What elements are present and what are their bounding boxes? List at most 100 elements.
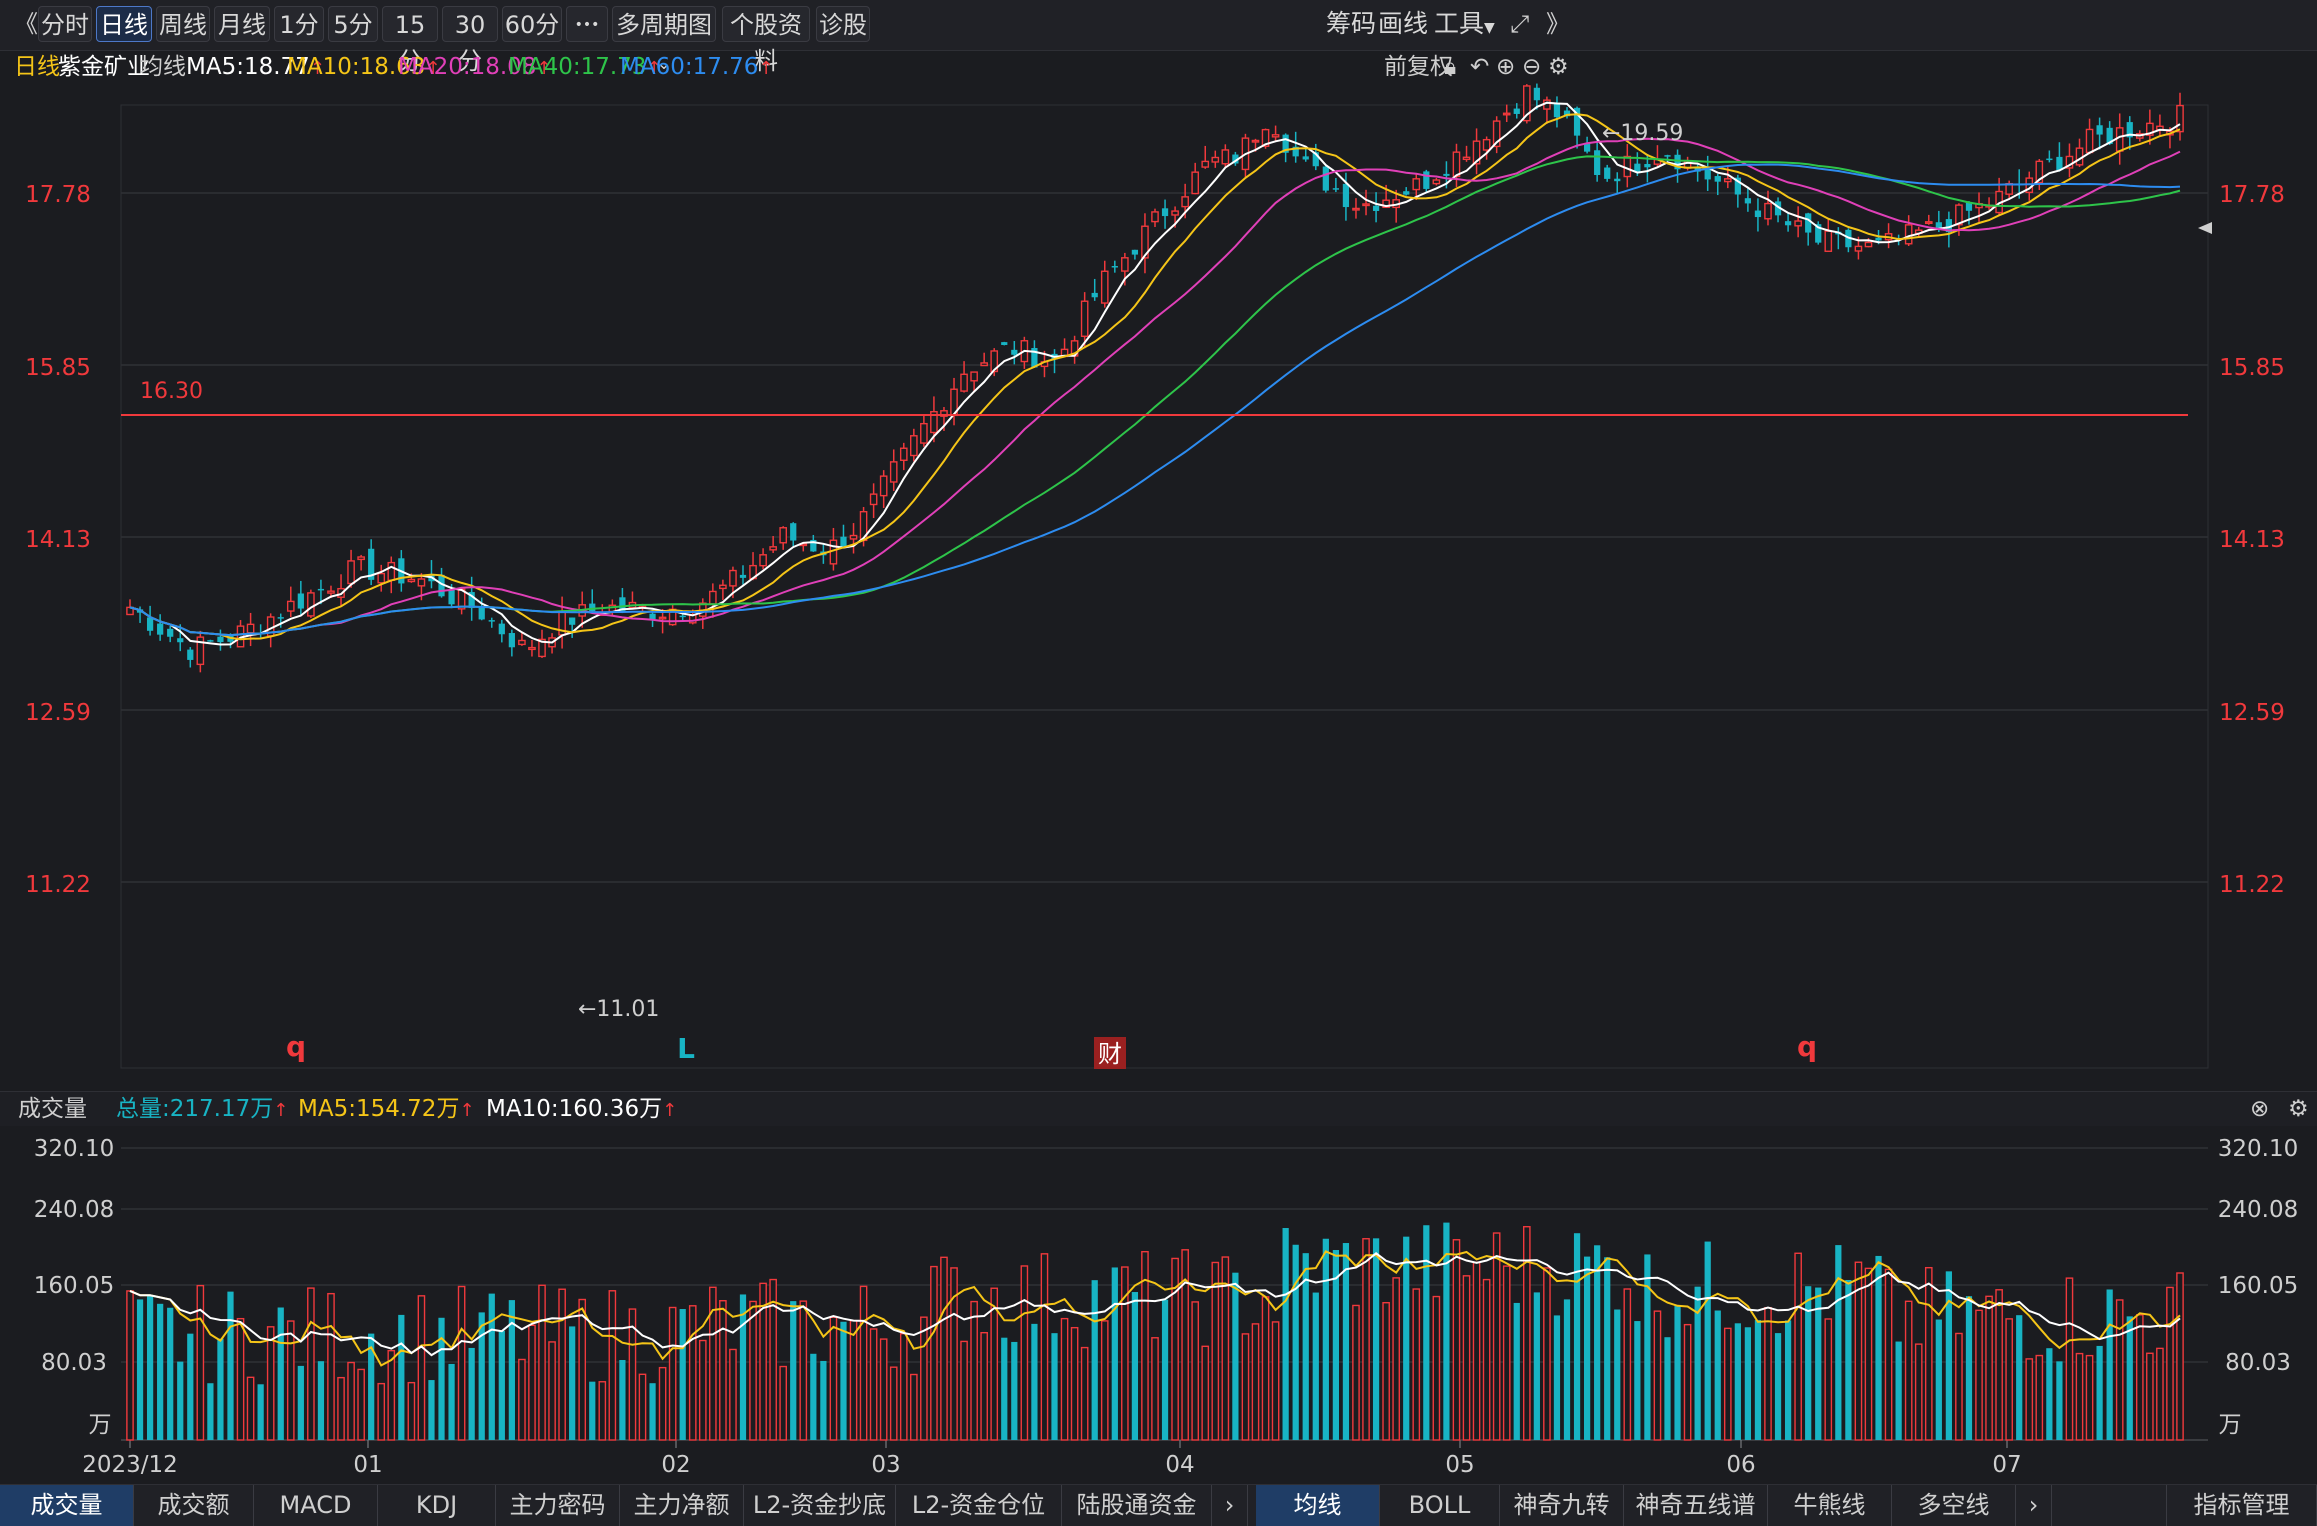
candle <box>649 613 656 620</box>
marker-q[interactable]: q <box>286 1030 306 1063</box>
tab-ma[interactable]: 均线 <box>1256 1485 1380 1526</box>
candle <box>1513 108 1520 114</box>
volume-bar <box>1292 1244 1299 1440</box>
candle <box>1001 342 1008 345</box>
tab-magic-nine[interactable]: 神奇九转 <box>1500 1485 1624 1526</box>
x-tick: 04 <box>1165 1452 1194 1478</box>
volume-bar <box>2176 1272 2184 1441</box>
candle <box>1342 183 1350 208</box>
volume-bar <box>879 1338 888 1441</box>
volume-bar <box>157 1303 164 1440</box>
tab-l2-position[interactable]: L2-资金仓位 <box>896 1485 1062 1526</box>
volume-bar <box>1815 1287 1822 1440</box>
vol-unit-left: 万 <box>89 1412 112 1438</box>
volume-bar <box>688 1305 697 1441</box>
volume-bar <box>1312 1292 1319 1440</box>
candle <box>217 636 224 643</box>
candle <box>899 447 908 461</box>
tab-turnover[interactable]: 成交额 <box>134 1485 254 1526</box>
volume-bar <box>317 1361 325 1440</box>
candle <box>970 371 978 382</box>
candle <box>2176 104 2184 133</box>
volume-bar <box>1001 1337 1008 1440</box>
volume-bar <box>849 1319 858 1441</box>
volume-bar <box>930 1265 938 1441</box>
volume-bar <box>920 1316 928 1441</box>
volume-bar <box>589 1381 596 1440</box>
tab-macd[interactable]: MACD <box>254 1485 378 1526</box>
volume-title[interactable]: 成交量 <box>18 1092 87 1126</box>
volume-bar <box>1020 1265 1029 1441</box>
volume-settings-icon[interactable]: ⚙ <box>2288 1092 2309 1126</box>
candle <box>1714 176 1721 182</box>
candle <box>1322 166 1329 191</box>
scroll-right-icon[interactable]: › <box>2016 1485 2052 1526</box>
volume-bar <box>286 1320 295 1441</box>
candle <box>1251 139 1260 143</box>
y-tick-right: 11.22 <box>2219 872 2285 898</box>
y-tick-right: 12.59 <box>2219 700 2285 726</box>
scroll-right-icon[interactable]: › <box>1212 1485 1248 1526</box>
candle <box>1594 150 1601 175</box>
volume-bar <box>1543 1267 1551 1441</box>
candle <box>286 600 295 612</box>
marker-finance[interactable]: 财 <box>1098 1040 1122 1068</box>
volume-bar <box>1131 1292 1139 1440</box>
candle <box>1171 210 1179 216</box>
tab-volume[interactable]: 成交量 <box>0 1485 134 1526</box>
tab-hsgt-fund[interactable]: 陆股通资金 <box>1062 1485 1212 1526</box>
volume-bar <box>739 1294 747 1440</box>
volume-bar <box>940 1256 948 1441</box>
volume-bar <box>1241 1333 1250 1441</box>
volume-bar <box>1382 1302 1390 1441</box>
tab-main-code[interactable]: 主力密码 <box>496 1485 620 1526</box>
vol-tick-left: 80.03 <box>41 1350 107 1376</box>
tab-magic-five[interactable]: 神奇五线谱 <box>1624 1485 1768 1526</box>
volume-bar <box>1704 1241 1711 1440</box>
candle <box>1191 171 1200 195</box>
vol-tick-left: 240.08 <box>34 1197 114 1223</box>
candle <box>1432 179 1441 185</box>
indicator-manage-button[interactable]: 指标管理 <box>2166 1485 2317 1526</box>
tab-bull-bear[interactable]: 牛熊线 <box>1768 1485 1892 1526</box>
tab-long-short[interactable]: 多空线 <box>1892 1485 2016 1526</box>
vol-tick-left: 320.10 <box>34 1136 114 1162</box>
tab-boll[interactable]: BOLL <box>1380 1485 1500 1526</box>
candle <box>1764 202 1772 220</box>
candle <box>2096 125 2103 135</box>
tab-kdj[interactable]: KDJ <box>378 1485 496 1526</box>
volume-bar <box>1031 1323 1038 1440</box>
candle <box>1412 178 1421 191</box>
marker-l[interactable]: L <box>677 1032 695 1065</box>
candle <box>1443 173 1450 176</box>
volume-bar <box>528 1324 536 1441</box>
vol-tick-right: 320.10 <box>2218 1136 2298 1162</box>
volume-bar <box>1091 1280 1098 1440</box>
volume-bar <box>347 1361 355 1441</box>
close-icon[interactable]: ⊗ <box>2250 1092 2269 1126</box>
volume-bar <box>1011 1341 1018 1440</box>
y-tick-right: 15.85 <box>2219 355 2285 381</box>
volume-bar <box>126 1290 134 1441</box>
volume-bar <box>1985 1295 1993 1441</box>
tab-main-net[interactable]: 主力净额 <box>620 1485 744 1526</box>
candle <box>869 493 878 506</box>
x-tick: 06 <box>1726 1452 1755 1478</box>
marker-q[interactable]: q <box>1797 1030 1817 1063</box>
current-price-pointer-icon <box>2198 222 2212 234</box>
low-annotation: ←11.01 <box>578 997 659 1022</box>
tab-l2-bottom[interactable]: L2-资金抄底 <box>744 1485 896 1526</box>
volume-bar <box>1472 1261 1481 1441</box>
candle <box>498 623 505 635</box>
candle <box>1875 237 1882 241</box>
volume-bar <box>1583 1256 1591 1440</box>
candle <box>508 633 515 648</box>
volume-bar <box>1161 1299 1169 1440</box>
volume-bar <box>1653 1310 1662 1441</box>
volume-bar <box>538 1284 546 1441</box>
volume-bar <box>488 1293 495 1440</box>
volume-bar <box>2065 1277 2074 1441</box>
kline-chart[interactable]: 17.78 15.85 14.13 12.59 11.22 17.78 15.8… <box>0 0 2317 1525</box>
volume-bar <box>859 1285 868 1441</box>
volume-bar <box>1904 1300 1913 1441</box>
